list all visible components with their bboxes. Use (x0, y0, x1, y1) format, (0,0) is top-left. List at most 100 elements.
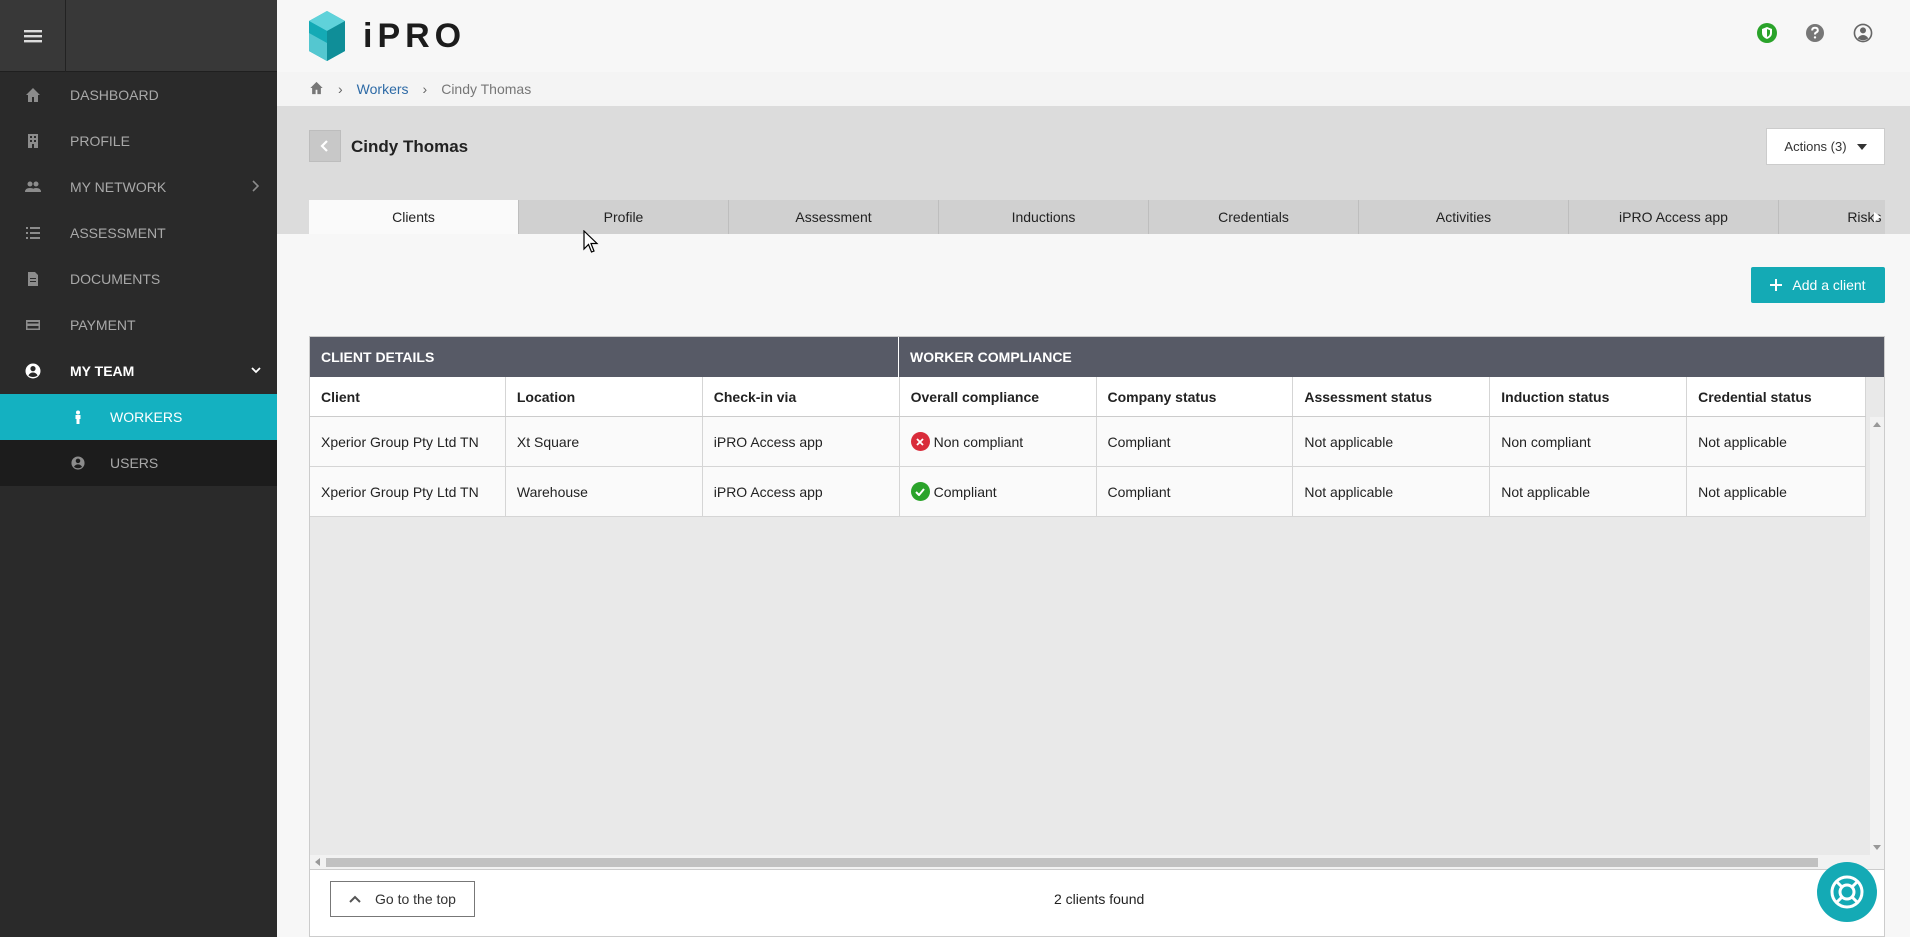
sidebar-item-my-network[interactable]: MY NETWORK (0, 164, 277, 210)
add-client-button[interactable]: Add a client (1751, 267, 1885, 303)
breadcrumb-separator: › (422, 81, 428, 97)
column-induction-status[interactable]: Induction status (1490, 377, 1688, 416)
scroll-down-icon[interactable] (1873, 845, 1881, 851)
tab-credentials[interactable]: Credentials (1149, 200, 1359, 234)
clients-count: 2 clients found (1054, 891, 1145, 907)
group-client-details: CLIENT DETAILS (310, 337, 899, 377)
column-overall-compliance[interactable]: Overall compliance (900, 377, 1097, 416)
sidebar-item-documents[interactable]: DOCUMENTS (0, 256, 277, 302)
plus-icon (1770, 279, 1783, 291)
actions-dropdown[interactable]: Actions (3) (1766, 128, 1885, 165)
sidebar: DASHBOARD PROFILE MY NETWORK ASSESSMENT … (0, 0, 277, 937)
tab-assessment[interactable]: Assessment (729, 200, 939, 234)
cell-credential-status: Not applicable (1687, 417, 1866, 466)
vertical-scrollbar[interactable] (1870, 417, 1884, 855)
cell-location: Warehouse (506, 467, 703, 516)
home-icon[interactable] (309, 81, 324, 98)
sidebar-item-label: MY NETWORK (70, 179, 167, 195)
sidebar-item-label: PAYMENT (70, 317, 136, 333)
cell-client: Xperior Group Pty Ltd TN (310, 467, 506, 516)
cell-check-in-via: iPRO Access app (703, 467, 900, 516)
scrollbar-thumb[interactable] (326, 858, 1818, 867)
overall-compliance-text: Non compliant (933, 433, 1024, 450)
column-company-status[interactable]: Company status (1097, 377, 1294, 416)
chevron-right-icon (252, 180, 260, 192)
column-check-in-via[interactable]: Check-in via (703, 377, 900, 416)
help-icon[interactable] (1804, 22, 1826, 44)
cell-credential-status: Not applicable (1687, 467, 1866, 516)
horizontal-scrollbar[interactable] (310, 855, 1884, 869)
sidebar-item-dashboard[interactable]: DASHBOARD (0, 72, 277, 118)
sidebar-item-label: USERS (110, 455, 159, 471)
table-row[interactable]: Xperior Group Pty Ltd TN Xt Square iPRO … (310, 417, 1866, 467)
tab-inductions[interactable]: Inductions (939, 200, 1149, 234)
go-to-top-button[interactable]: Go to the top (330, 881, 475, 917)
breadcrumb-separator: › (338, 81, 343, 97)
column-assessment-status[interactable]: Assessment status (1293, 377, 1491, 416)
credit-card-icon (24, 316, 42, 334)
sidebar-item-users[interactable]: USERS (0, 440, 277, 486)
column-credential-status[interactable]: Credential status (1687, 377, 1866, 416)
top-header: iPRO (277, 0, 1910, 72)
group-worker-compliance: WORKER COMPLIANCE (910, 349, 1072, 365)
table-group-header: CLIENT DETAILS WORKER COMPLIANCE (310, 337, 1884, 377)
sidebar-item-label: MY TEAM (70, 363, 135, 379)
tabs-scroll-right-icon[interactable] (1871, 200, 1885, 234)
column-client[interactable]: Client (310, 377, 506, 416)
worker-header: Cindy Thomas Actions (3) Clients Profile… (277, 106, 1910, 234)
cell-check-in-via: iPRO Access app (703, 417, 900, 466)
actions-label: Actions (3) (1784, 139, 1847, 154)
breadcrumb-current: Cindy Thomas (441, 81, 532, 97)
breadcrumb-workers-link[interactable]: Workers (357, 81, 409, 97)
chevron-left-icon (320, 140, 328, 152)
column-location[interactable]: Location (506, 377, 703, 416)
tab-profile[interactable]: Profile (519, 200, 729, 234)
back-button[interactable] (309, 130, 341, 162)
shield-status-icon[interactable] (1756, 22, 1778, 44)
sidebar-item-label: DOCUMENTS (70, 271, 161, 287)
chevron-up-icon (349, 895, 361, 903)
user-account-icon[interactable] (1852, 22, 1874, 44)
sidebar-item-assessment[interactable]: ASSESSMENT (0, 210, 277, 256)
sidebar-submenu: WORKERS USERS (0, 394, 277, 486)
support-lifebuoy-button[interactable] (1817, 862, 1877, 922)
scroll-up-icon[interactable] (1873, 421, 1881, 427)
ipro-logo-icon (309, 11, 345, 61)
sidebar-item-profile[interactable]: PROFILE (0, 118, 277, 164)
page-title: Cindy Thomas (351, 137, 469, 156)
sidebar-item-payment[interactable]: PAYMENT (0, 302, 277, 348)
cell-company-status: Compliant (1097, 417, 1294, 466)
tab-risks[interactable]: Risks and c (1779, 200, 1885, 234)
cell-induction-status: Not applicable (1490, 467, 1688, 516)
users-icon (24, 178, 42, 196)
sidebar-item-my-team[interactable]: MY TEAM (0, 348, 277, 394)
compliant-check-icon (910, 482, 930, 501)
user-circle-icon (70, 455, 86, 471)
logo[interactable]: iPRO (309, 11, 466, 61)
scroll-left-icon[interactable] (314, 858, 320, 866)
tab-activities[interactable]: Activities (1359, 200, 1569, 234)
header-icons (1756, 22, 1874, 44)
caret-down-icon (1856, 143, 1867, 150)
document-icon (24, 270, 42, 288)
tab-ipro-access-app[interactable]: iPRO Access app (1569, 200, 1779, 234)
clients-panel: Add a client CLIENT DETAILS WORKER COMPL… (277, 234, 1910, 937)
user-circle-icon (24, 362, 42, 380)
non-compliant-icon (910, 432, 930, 451)
sidebar-item-label: ASSESSMENT (70, 225, 166, 241)
cell-location: Xt Square (506, 417, 703, 466)
cell-assessment-status: Not applicable (1293, 467, 1491, 516)
cell-overall-compliance: Compliant (900, 467, 1097, 516)
cell-client: Xperior Group Pty Ltd TN (310, 417, 506, 466)
cell-induction-status: Non compliant (1490, 417, 1688, 466)
tab-clients[interactable]: Clients (309, 200, 519, 234)
sidebar-item-workers[interactable]: WORKERS (0, 394, 277, 440)
sidebar-item-label: WORKERS (110, 409, 183, 425)
sidebar-item-label: DASHBOARD (70, 87, 159, 103)
table-row[interactable]: Xperior Group Pty Ltd TN Warehouse iPRO … (310, 467, 1866, 517)
menu-toggle-button[interactable] (0, 0, 66, 72)
table-body: Client Location Check-in via Overall com… (310, 377, 1866, 517)
cell-company-status: Compliant (1097, 467, 1294, 516)
logo-text: iPRO (363, 16, 467, 55)
table-column-header: Client Location Check-in via Overall com… (310, 377, 1866, 417)
